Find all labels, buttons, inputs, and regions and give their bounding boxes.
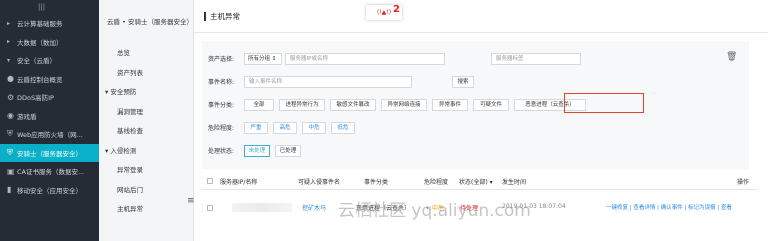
watermark: 云栖社区 yq.aliyun.com bbox=[338, 201, 531, 221]
category-button-5[interactable]: 可疑文件 bbox=[473, 98, 509, 111]
server-tag-input[interactable]: 服务器标签 bbox=[491, 52, 581, 65]
sidebar-item-label: 安骑士（服务器安全） bbox=[17, 149, 82, 158]
sidebar-item-label: Web应用防火墙（网... bbox=[17, 131, 83, 140]
sidebar-item-6[interactable]: ⛨ Web应用防火墙（网... bbox=[0, 125, 99, 144]
sidebar-item-4[interactable]: ⚙ DDoS高防IP bbox=[0, 88, 99, 107]
sidebar-item-label: 安全（云盾） bbox=[17, 57, 56, 66]
secondary-sidebar: 云盾 • 安骑士（服务器安全） 总览 资产列表 ▾ 安全预防 漏洞管理 基线检查 ▾ 入侵… bbox=[99, 0, 195, 241]
status-label: 处理状态: bbox=[208, 148, 235, 155]
category-button-2[interactable]: 敏感文件篡改 bbox=[330, 98, 376, 111]
primary-sidebar: ||| ▸ 云计算基础服务 ▸ 大数据（数加） ▾ 安全（云盾） ● 云盾控制台概览 ⚙ DDoS… bbox=[0, 0, 99, 241]
nav-item[interactable]: 总览 bbox=[99, 44, 193, 64]
danger-button-0[interactable]: 严重 bbox=[244, 121, 268, 134]
sidebar-item-0[interactable]: ▸ 云计算基础服务 bbox=[0, 14, 99, 33]
nav-item[interactable]: 异常登录 bbox=[99, 161, 193, 181]
asset-label: 资产选择: bbox=[208, 56, 235, 63]
nav-item[interactable]: 网站后门 bbox=[99, 181, 193, 201]
table-header: 服务器IP/名称 可疑入侵事件名 事件分类 危险程度 状态(全部) ▾ 发生时间… bbox=[202, 172, 757, 190]
col-danger: 危险程度 bbox=[424, 179, 449, 186]
row-checkbox[interactable] bbox=[207, 205, 213, 211]
sidebar-item-8[interactable]: ▣ CA证书服务（数据安... bbox=[0, 162, 99, 181]
sidebar-item-label: 云计算基础服务 bbox=[17, 20, 63, 29]
nav-item[interactable]: 资产列表 bbox=[99, 64, 193, 84]
nav-item[interactable]: 漏洞管理 bbox=[99, 103, 193, 123]
trash-icon[interactable]: 🗑 bbox=[726, 52, 737, 62]
sidebar-item-label: CA证书服务（数据安... bbox=[17, 168, 85, 177]
sidebar-item-label: 大数据（数加） bbox=[17, 38, 63, 47]
sidebar-item-3[interactable]: ● 云盾控制台概览 bbox=[0, 70, 99, 89]
category-button-4[interactable]: 异常事件 bbox=[432, 98, 468, 111]
sidebar-item-label: DDoS高防IP bbox=[17, 94, 54, 103]
event-label: 事件名称: bbox=[208, 79, 235, 86]
category-button-3[interactable]: 异常网络连接 bbox=[381, 98, 427, 111]
mobile-icon: ▮ bbox=[7, 185, 12, 195]
status-button-0[interactable]: 未处理 bbox=[244, 144, 270, 157]
asset-filter-row: 资产选择: 所有分组 ↕ 服务器IP或名称 服务器标签 bbox=[208, 52, 581, 65]
select-all-checkbox[interactable] bbox=[207, 178, 213, 184]
danger-label: 危险程度: bbox=[208, 125, 235, 132]
alert-count: 2 bbox=[393, 4, 400, 15]
menu-toggle-icon[interactable]: ||| bbox=[0, 0, 99, 14]
col-actions: 操作 bbox=[737, 179, 750, 186]
group-select[interactable]: 所有分组 ↕ bbox=[244, 52, 282, 65]
shield-icon: ⛨ bbox=[7, 129, 13, 139]
page-title: 主机异常 bbox=[204, 12, 240, 21]
sidebar-item-label: 游戏盾 bbox=[17, 112, 37, 121]
status-filter-row: 处理状态: 未处理 已处理 bbox=[208, 144, 306, 157]
col-event: 可疑入侵事件名 bbox=[298, 179, 341, 186]
server-ip-redacted bbox=[232, 203, 292, 212]
event-link[interactable]: 挖矿木马 bbox=[302, 203, 326, 212]
search-button[interactable]: 搜索 bbox=[452, 75, 474, 88]
globe-icon: ◉ bbox=[7, 111, 14, 121]
sidebar-item-label: 移动安全（应用安全） bbox=[17, 186, 82, 195]
event-filter-row: 事件名称: 输入事件名称 搜索 bbox=[208, 75, 479, 88]
col-time: 发生时间 bbox=[502, 179, 527, 186]
danger-button-2[interactable]: 中危 bbox=[302, 121, 326, 134]
category-filter-row: 事件分类: 全部 进程异常行为 敏感文件篡改 异常网络连接 异常事件 可疑文件 恶意进程（云… bbox=[208, 98, 591, 111]
highlight-box bbox=[564, 93, 644, 113]
shield-check-icon: ⛨ bbox=[7, 147, 13, 157]
page-header: 主机异常 (!▲!) 2 bbox=[194, 0, 768, 33]
triangle-right-icon: ▸ bbox=[7, 38, 11, 46]
nav-item[interactable]: 基线检查 bbox=[99, 122, 193, 142]
dot-icon: ● bbox=[7, 74, 14, 84]
triangle-down-icon: ▾ bbox=[7, 56, 11, 64]
col-status[interactable]: 状态(全部) ▾ bbox=[459, 177, 493, 186]
gear-icon: ⚙ bbox=[7, 92, 15, 102]
secondary-sidebar-header: 云盾 • 安骑士（服务器安全） bbox=[107, 18, 193, 26]
nav-group[interactable]: ▾ 安全预防 bbox=[99, 83, 193, 103]
sidebar-item-2[interactable]: ▾ 安全（云盾） bbox=[0, 51, 99, 70]
certificate-icon: ▣ bbox=[7, 166, 15, 176]
col-server: 服务器IP/名称 bbox=[220, 179, 258, 186]
nav-group[interactable]: ▾ 入侵检测 bbox=[99, 142, 193, 162]
sidebar-item-5[interactable]: ◉ 游戏盾 bbox=[0, 107, 99, 126]
alert-badge-icon: (!▲!) bbox=[376, 9, 392, 16]
danger-button-1[interactable]: 高危 bbox=[273, 121, 297, 134]
row-actions[interactable]: 一键修复 | 查看详情 | 确认事件 | 标记为误报 | 查看 bbox=[606, 203, 732, 211]
danger-filter-row: 危险程度: 严重 高危 中危 低危 bbox=[208, 121, 360, 134]
triangle-right-icon: ▸ bbox=[7, 19, 11, 27]
col-category: 事件分类 bbox=[364, 179, 389, 186]
server-ip-input[interactable]: 服务器IP或名称 bbox=[285, 52, 445, 65]
danger-button-3[interactable]: 低危 bbox=[331, 121, 355, 134]
nav-item[interactable]: 主机异常 bbox=[99, 200, 193, 220]
filter-panel: 🗑 资产选择: 所有分组 ↕ 服务器IP或名称 服务器标签 事件名称: 输入事件… bbox=[202, 41, 749, 169]
sidebar-item-7[interactable]: ⛨ 安骑士（服务器安全） bbox=[0, 143, 99, 162]
sidebar-item-label: 云盾控制台概览 bbox=[17, 75, 63, 84]
sidebar-item-9[interactable]: ▮ 移动安全（应用安全） bbox=[0, 181, 99, 200]
event-name-input[interactable]: 输入事件名称 bbox=[244, 75, 412, 88]
category-label: 事件分类: bbox=[208, 102, 235, 109]
category-button-1[interactable]: 进程异常行为 bbox=[279, 98, 325, 111]
category-button-0[interactable]: 全部 bbox=[244, 98, 274, 111]
status-button-1[interactable]: 已处理 bbox=[275, 144, 301, 157]
sidebar-item-1[interactable]: ▸ 大数据（数加） bbox=[0, 33, 99, 52]
